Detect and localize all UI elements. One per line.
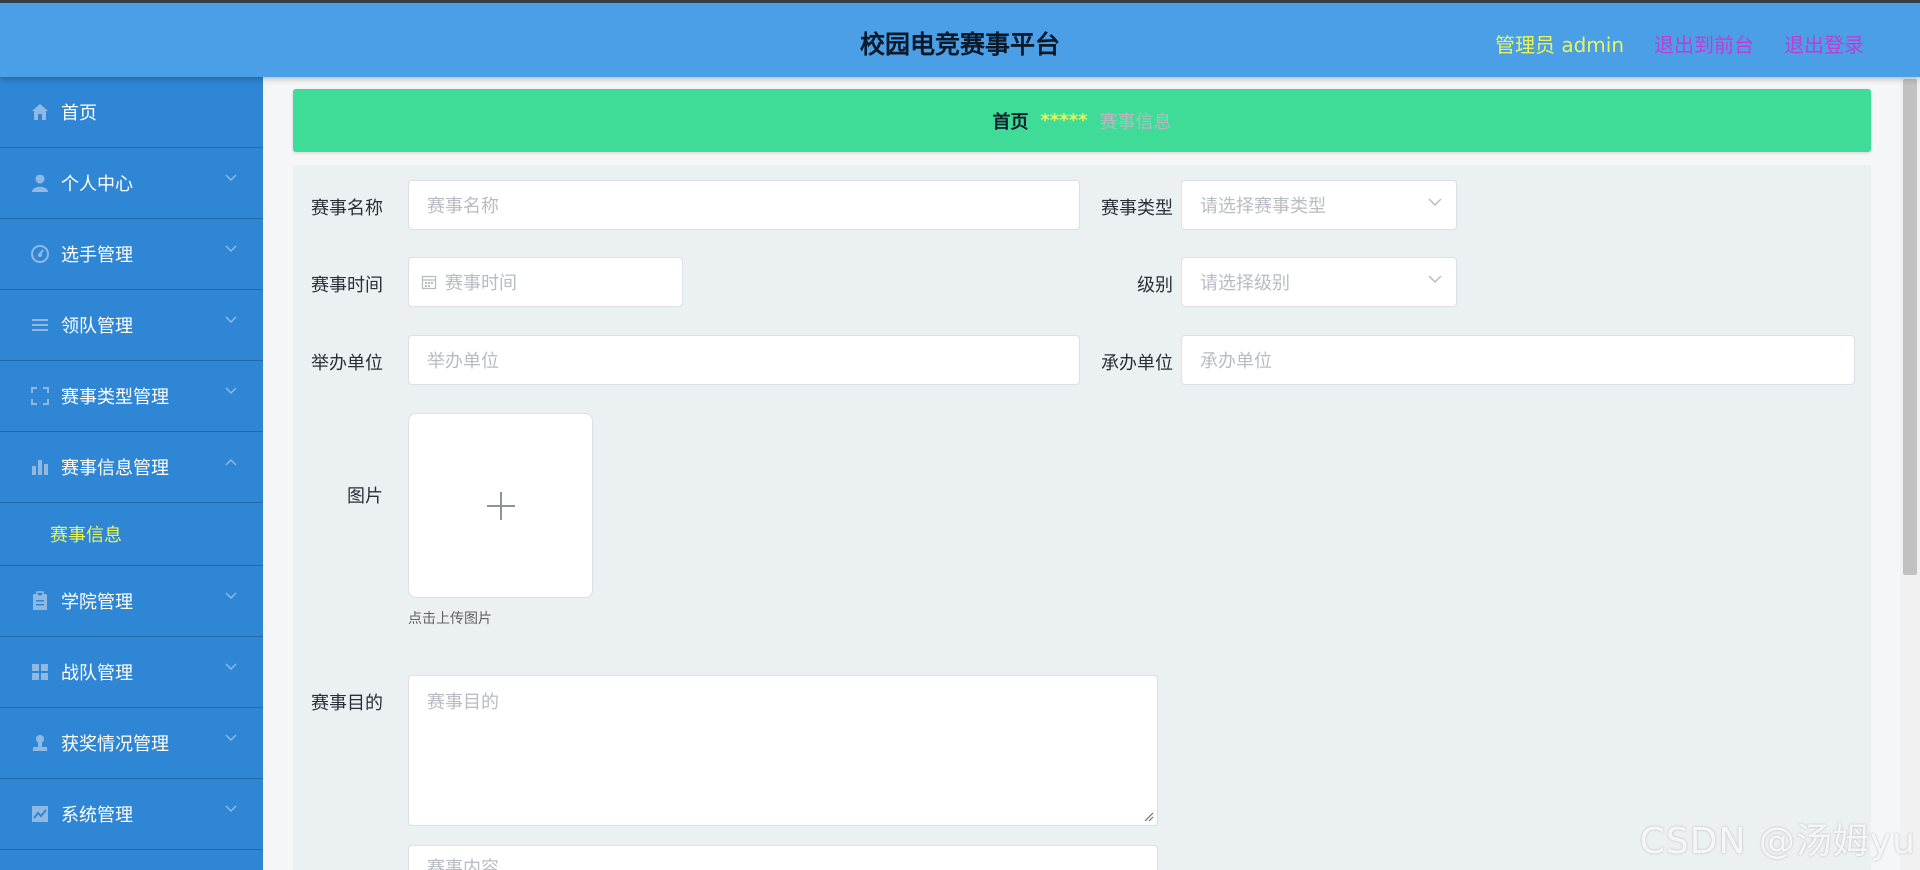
event-type-select[interactable]: 请选择赛事类型 [1181,180,1457,230]
sidebar-item-label: 获奖情况管理 [61,734,169,755]
stamp-icon [29,732,51,754]
content-textarea[interactable]: 赛事内容 [408,845,1158,870]
chevron-down-icon [1428,198,1442,207]
image-label: 图片 [347,486,383,507]
host-unit-label: 举办单位 [311,353,383,374]
sidebar-item-label: 领队管理 [61,316,133,337]
sidebar-item-system[interactable]: 系统管理 [0,779,263,850]
calendar-icon [421,274,437,290]
sidebar-item-players[interactable]: 选手管理 [0,219,263,290]
sidebar-item-home[interactable]: 首页 [0,77,263,148]
sidebar-item-label: 系统管理 [61,805,133,826]
purpose-placeholder: 赛事目的 [427,692,499,713]
level-placeholder: 请选择级别 [1200,273,1290,294]
sidebar-subitem-event-info[interactable]: 赛事信息 [0,503,263,566]
sidebar-item-awards[interactable]: 获奖情况管理 [0,708,263,779]
username: admin [1561,33,1624,57]
chevron-down-icon [225,245,237,253]
event-time-picker[interactable]: 赛事时间 [408,257,683,307]
page-scrollbar[interactable] [1900,77,1920,870]
breadcrumb: 首页 ***** 赛事信息 [293,89,1871,152]
sidebar-item-teams[interactable]: 战队管理 [0,637,263,708]
breadcrumb-current: 赛事信息 [1099,111,1172,133]
sidebar-item-label: 赛事类型管理 [61,387,169,408]
event-name-label: 赛事名称 [311,198,383,219]
event-time-placeholder: 赛事时间 [445,273,517,294]
chevron-down-icon [225,387,237,395]
breadcrumb-separator: ***** [1040,110,1088,131]
clipboard-icon [29,590,51,612]
event-type-label: 赛事类型 [1101,198,1173,219]
sidebar-item-label: 选手管理 [61,245,133,266]
resize-handle-icon[interactable] [1144,812,1154,822]
host-unit-input[interactable]: 举办单位 [408,335,1080,385]
sidebar-item-label: 个人中心 [61,174,133,195]
sidebar-item-label: 战队管理 [61,663,133,684]
sidebar: 首页 个人中心 选手管理 领队管理 赛事类型管理 赛事信息管理 赛事信息 学院管… [0,77,263,870]
level-select[interactable]: 请选择级别 [1181,257,1457,307]
chevron-up-icon [225,458,237,466]
content-placeholder: 赛事内容 [427,858,499,870]
top-header: 校园电竞赛事平台 管理员 admin 退出到前台 退出登录 [0,0,1920,77]
scrollbar-thumb[interactable] [1903,79,1917,575]
event-type-placeholder: 请选择赛事类型 [1200,196,1326,217]
gauge-icon [29,243,51,265]
breadcrumb-home[interactable]: 首页 [992,108,1028,134]
header-actions: 管理员 admin 退出到前台 退出登录 [1495,29,1864,58]
chevron-down-icon [225,174,237,182]
user-info: 管理员 admin [1495,29,1624,58]
sidebar-item-label: 首页 [61,103,97,124]
role-label: 管理员 [1494,33,1555,57]
event-form: 赛事名称 赛事名称 赛事类型 请选择赛事类型 赛事时间 赛事时间 级别 请选择级… [293,165,1871,870]
chevron-down-icon [225,805,237,813]
chevron-down-icon [225,592,237,600]
image-upload-button[interactable] [408,413,593,598]
organizer-unit-label: 承办单位 [1101,353,1173,374]
fullscreen-icon [29,385,51,407]
event-time-label: 赛事时间 [311,275,383,296]
chevron-down-icon [225,734,237,742]
purpose-label: 赛事目的 [311,693,383,714]
home-icon [29,101,51,123]
event-name-input[interactable]: 赛事名称 [408,180,1080,230]
watermark: CSDN @汤姆yu [1639,821,1916,862]
sidebar-item-label: 赛事信息管理 [61,458,169,479]
bar-chart-icon [29,456,51,478]
sidebar-item-event-info[interactable]: 赛事信息管理 [0,432,263,503]
chevron-down-icon [225,663,237,671]
plus-icon [486,491,515,520]
sidebar-item-colleges[interactable]: 学院管理 [0,566,263,637]
level-label: 级别 [1137,275,1173,296]
chevron-down-icon [1428,275,1442,284]
purpose-textarea[interactable]: 赛事目的 [408,675,1158,826]
logout-link[interactable]: 退出登录 [1784,29,1864,58]
back-to-front-link[interactable]: 退出到前台 [1654,29,1754,58]
line-chart-icon [29,803,51,825]
grid-icon [29,661,51,683]
sidebar-item-event-types[interactable]: 赛事类型管理 [0,361,263,432]
sidebar-item-profile[interactable]: 个人中心 [0,148,263,219]
upload-tip: 点击上传图片 [408,611,492,627]
user-icon [29,172,51,194]
chevron-down-icon [225,316,237,324]
sidebar-item-leaders[interactable]: 领队管理 [0,290,263,361]
organizer-unit-input[interactable]: 承办单位 [1181,335,1855,385]
sidebar-item-label: 学院管理 [61,592,133,613]
main-content: 首页 ***** 赛事信息 赛事名称 赛事名称 赛事类型 请选择赛事类型 赛事时… [263,77,1900,870]
list-icon [29,314,51,336]
